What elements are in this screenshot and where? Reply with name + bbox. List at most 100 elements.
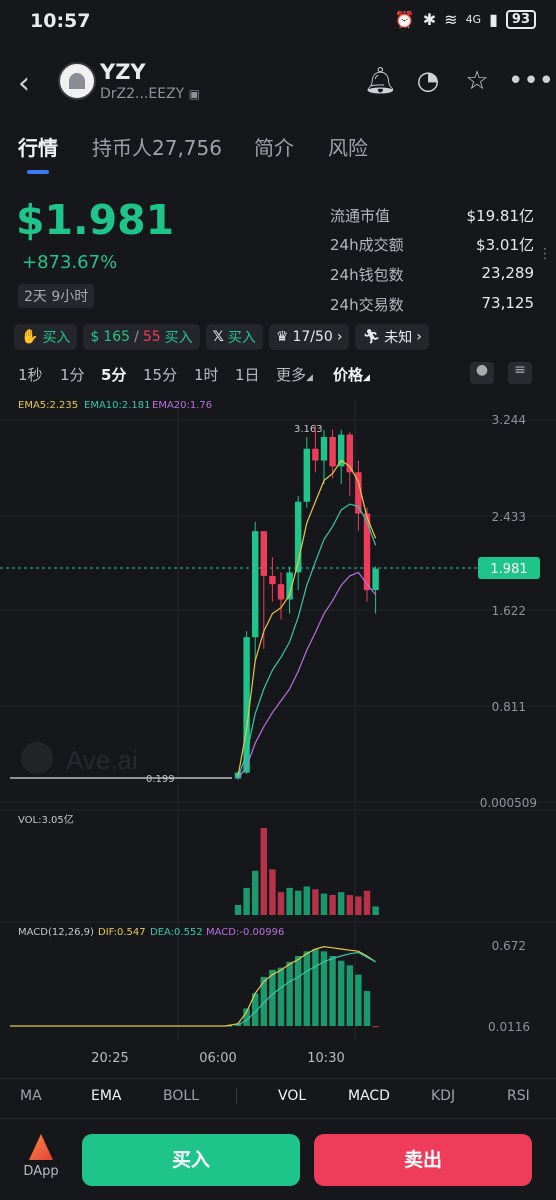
candle-body: [372, 568, 379, 591]
indicator-boll[interactable]: BOLL: [163, 1088, 199, 1104]
interval-1d[interactable]: 1日: [235, 364, 260, 385]
buy-button[interactable]: 买入: [82, 1134, 300, 1186]
interval-more-label: 更多: [276, 366, 307, 384]
macd-bar: [269, 970, 276, 1026]
price-tick: 1.622: [492, 604, 526, 618]
status-bar: 10:57 ⏰ ✱ ≋ 4G ▮ 93: [0, 0, 556, 44]
token-address-text: DrZ2...EEZY: [100, 86, 185, 102]
tab-holders[interactable]: 持币人27,756: [92, 132, 222, 161]
price-tick: 3.244: [492, 413, 526, 427]
macd-group: [10, 946, 379, 1028]
watermark-text: Ave.ai: [66, 745, 138, 775]
indicator-ema[interactable]: EMA: [91, 1088, 122, 1104]
time-tick: 20:25: [91, 1051, 128, 1066]
candlestick-chart[interactable]: Ave.ai EMA5:2.235 EMA10:2.181 EMA20:1.76…: [0, 392, 556, 1082]
volume-bar: [234, 905, 242, 915]
side-more-icon[interactable]: ⋮: [538, 246, 552, 262]
star-icon[interactable]: ☆: [462, 66, 492, 96]
indicator-ma[interactable]: MA: [20, 1088, 42, 1104]
macd-legend-title: MACD(12,26,9): [18, 927, 94, 938]
candle-body: [312, 448, 319, 461]
macd-bar: [303, 951, 310, 1026]
volume-bar: [269, 869, 276, 915]
indicator-kdj[interactable]: KDJ: [431, 1088, 455, 1104]
macd-bar: [372, 1026, 379, 1028]
bell-icon[interactable]: 🔔︎: [364, 66, 397, 96]
token-address[interactable]: DrZ2...EEZY ▣: [100, 86, 200, 102]
wifi-icon: ≋: [444, 10, 458, 29]
back-icon[interactable]: ‹: [18, 66, 30, 101]
tag-smart-money[interactable]: $ 165/55 买入: [83, 324, 200, 350]
drawing-tool-icon[interactable]: ●: [470, 362, 494, 384]
tag-row: ✋ 买入 $ 165/55 买入 𝕏 买入 ♛ 17/50 › 🏃︎ 未知 ›: [14, 324, 429, 350]
macd-bar: [338, 960, 345, 1026]
volume-bar: [320, 893, 328, 915]
tag-label: 未知: [384, 330, 413, 346]
price-tick: 0.811: [492, 700, 526, 714]
dropdown-icon: ◢: [306, 373, 313, 383]
candle-body: [252, 531, 259, 638]
tab-intro[interactable]: 简介: [254, 132, 294, 161]
dapp-button[interactable]: DApp: [22, 1134, 60, 1179]
current-price-tag-text: 1.981: [490, 562, 527, 577]
tag-kol[interactable]: ♛ 17/50 ›: [268, 324, 350, 350]
runner-icon: 🏃︎: [362, 329, 381, 345]
candle-body: [320, 436, 328, 461]
vol-legend: VOL:3.05亿: [18, 813, 74, 826]
chevron-right-icon: ›: [416, 329, 422, 345]
indicator-macd[interactable]: MACD: [348, 1088, 390, 1104]
tag-separator: /: [134, 329, 139, 345]
stat-value: $3.01亿: [476, 236, 534, 254]
tab-indicator: [27, 170, 49, 174]
indicator-rsi[interactable]: RSI: [507, 1088, 530, 1104]
candle-body: [303, 448, 310, 502]
volume-bar: [277, 892, 285, 915]
tab-risk[interactable]: 风险: [328, 132, 368, 161]
stat-label: 流通市值: [330, 207, 391, 225]
interval-15m[interactable]: 15分: [143, 364, 177, 385]
high-label: 3.163: [294, 424, 323, 435]
interval-1h[interactable]: 1时: [194, 364, 219, 385]
macd-bar: [277, 967, 285, 1026]
volume-bar: [260, 828, 267, 915]
interval-1s[interactable]: 1秒: [18, 364, 43, 385]
alarm-icon: ⏰: [394, 10, 415, 29]
macd-bar: [312, 949, 319, 1026]
more-icon[interactable]: •••: [508, 66, 554, 96]
candle-body: [260, 531, 267, 576]
divider: [0, 1118, 556, 1119]
macd-bar: [329, 956, 336, 1026]
stat-value: 73,125: [481, 294, 535, 312]
volume-bar: [338, 892, 345, 915]
interval-5m[interactable]: 5分: [101, 364, 126, 385]
tag-x[interactable]: 𝕏 买入: [205, 324, 263, 350]
candle-body: [269, 575, 276, 585]
sell-button[interactable]: 卖出: [314, 1134, 532, 1186]
signal-icon: ▮: [489, 10, 498, 29]
stat-label: 24h成交额: [330, 236, 404, 254]
hand-icon: ✋: [21, 329, 39, 345]
divider: [236, 1088, 237, 1104]
stat-market-cap: 流通市值 $19.81亿: [330, 205, 534, 226]
volume-bar: [363, 890, 371, 915]
macd-bar: [346, 965, 353, 1026]
interval-1m[interactable]: 1分: [60, 364, 85, 385]
dropdown-icon: ◢: [363, 373, 370, 383]
price-type-select[interactable]: 价格◢: [333, 364, 370, 385]
token-avatar: [58, 62, 96, 100]
tag-unknown[interactable]: 🏃︎ 未知 ›: [355, 324, 429, 350]
tab-market[interactable]: 行情: [18, 132, 58, 161]
chart-settings-icon[interactable]: ≡: [508, 362, 532, 384]
low-label: 0.199: [146, 774, 175, 785]
copy-icon[interactable]: ▣: [189, 87, 200, 101]
candle-body: [277, 584, 285, 600]
bluetooth-icon: ✱: [422, 10, 437, 29]
macd-dif-line: [10, 946, 376, 1027]
macd-bar: [286, 961, 293, 1026]
macd-dea-legend: DEA:0.552: [150, 927, 203, 938]
gauge-icon[interactable]: ◔: [413, 66, 443, 96]
macd-tick: 0.672: [492, 939, 526, 953]
tag-buy-signal[interactable]: ✋ 买入: [14, 324, 78, 350]
indicator-vol[interactable]: VOL: [278, 1088, 306, 1104]
interval-more[interactable]: 更多◢: [276, 364, 313, 385]
